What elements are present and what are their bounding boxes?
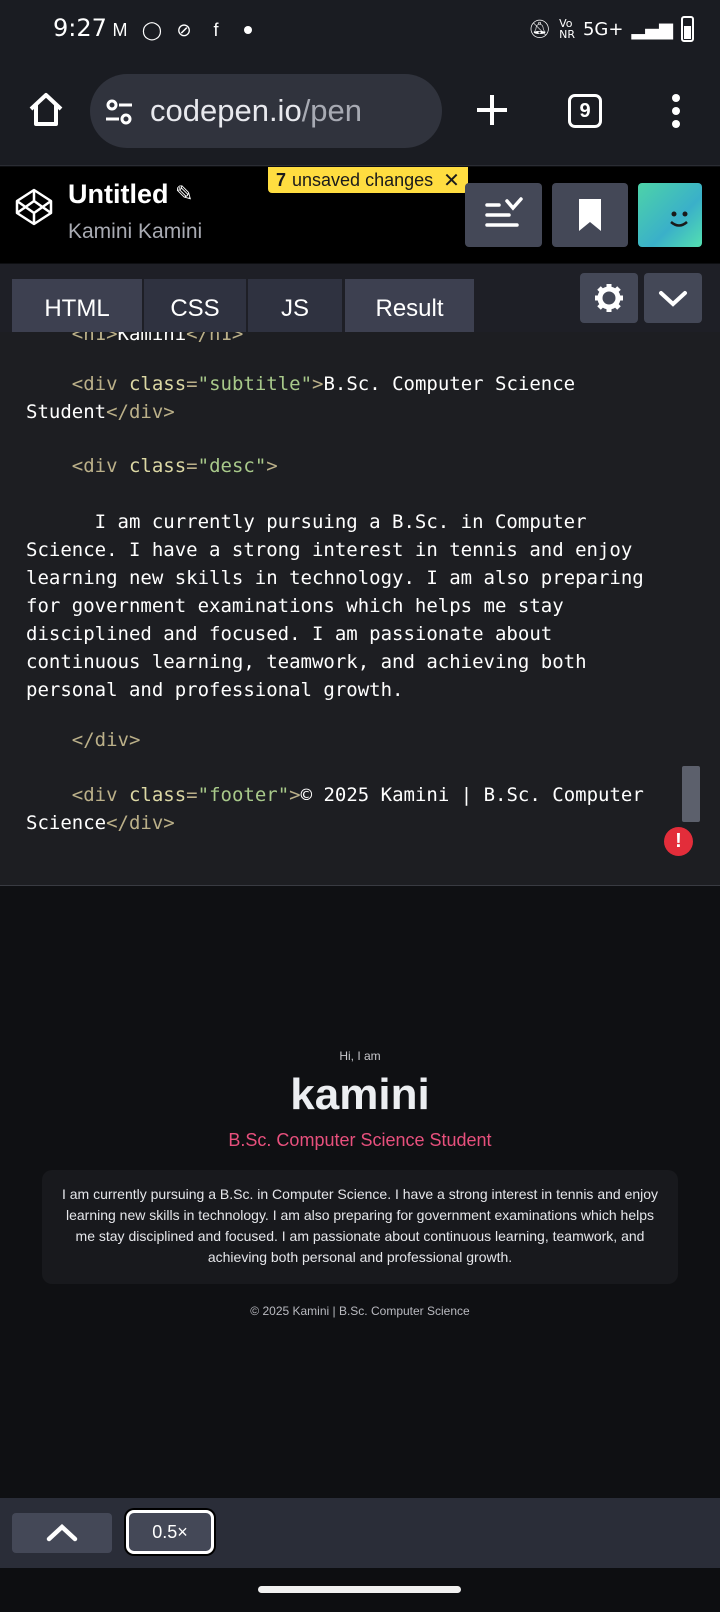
shazam-icon: ⊘	[176, 20, 192, 40]
more-notifications-dot-icon	[244, 26, 252, 34]
preview-greeting: Hi, I am	[339, 1049, 381, 1063]
preview-footer: © 2025 Kamini | B.Sc. Computer Science	[250, 1304, 470, 1318]
mute-icon: 🔕︎	[528, 18, 552, 40]
url-path: /pen	[301, 93, 363, 128]
preview-name: kamini	[290, 1070, 430, 1119]
tune-icon[interactable]	[104, 97, 134, 127]
codepen-logo-icon[interactable]	[14, 187, 54, 227]
tabs-button[interactable]: 9	[568, 94, 602, 128]
vonr-icon: Vo NR	[559, 17, 575, 41]
zoom-button[interactable]: 0.5×	[126, 1510, 214, 1554]
gmail-icon: M	[112, 20, 128, 40]
network-type: 5G+	[582, 18, 624, 40]
code-line-partial: <h1>Kamini</h1>	[71, 332, 244, 345]
changes-icon	[485, 197, 523, 227]
unsaved-label: unsaved changes	[292, 169, 434, 190]
expand-console-button[interactable]	[12, 1513, 112, 1553]
facebook-icon: f	[213, 20, 219, 40]
code-subtitle: <div class="subtitle">B.Sc. Computer Sci…	[26, 373, 576, 423]
editor-tab-bar: HTML CSS JS Result	[0, 264, 720, 339]
result-preview: Hi, I am kamini B.Sc. Computer Science S…	[0, 886, 720, 1498]
preview-description: I am currently pursuing a B.Sc. in Compu…	[42, 1170, 678, 1284]
address-bar[interactable]: codepen.io/pen	[90, 74, 442, 148]
code-desc-text: I am currently pursuing a B.Sc. in Compu…	[26, 511, 644, 701]
code-desc-close: </div>	[71, 729, 141, 751]
pen-title[interactable]: Untitled	[68, 179, 169, 210]
home-gesture-pill[interactable]	[258, 1586, 461, 1593]
code-editor[interactable]: <h1>Kamini</h1> <div class="subtitle">B.…	[0, 332, 720, 886]
browser-toolbar: codepen.io/pen 9	[0, 60, 720, 166]
avatar-face-icon	[670, 211, 688, 227]
editor-scrollbar[interactable]	[682, 766, 700, 822]
bookmark-icon	[579, 199, 601, 231]
pen-author[interactable]: Kamini Kamini	[68, 220, 202, 244]
bottom-toolbar: 0.5×	[0, 1498, 720, 1568]
bookmark-button[interactable]	[552, 183, 628, 247]
notification-icons: M ◯ ⊘ f	[108, 18, 252, 42]
chevron-down-icon	[659, 291, 687, 307]
pencil-icon[interactable]: ✎	[175, 181, 193, 207]
status-time: 9:27	[53, 14, 107, 42]
settings-button[interactable]	[580, 273, 638, 323]
tab-css[interactable]: CSS	[144, 279, 246, 339]
signal-icon: ▂▄▆	[631, 18, 673, 40]
codepen-header: Untitled ✎ Kamini Kamini 7 unsaved chang…	[0, 167, 720, 263]
tab-js[interactable]: JS	[248, 279, 342, 339]
changes-button[interactable]	[465, 183, 542, 247]
whatsapp-icon: ◯	[141, 20, 163, 40]
gesture-bar	[0, 1568, 720, 1612]
unsaved-count: 7	[276, 169, 287, 190]
tab-html[interactable]: HTML	[12, 279, 142, 339]
code-footer: <div class="footer">© 2025 Kamini | B.Sc…	[26, 784, 644, 834]
collapse-editor-button[interactable]	[644, 273, 702, 323]
gear-icon	[595, 284, 623, 312]
close-icon[interactable]: ✕	[443, 168, 460, 193]
url-host: codepen.io	[150, 93, 302, 128]
url-text: codepen.io/pen	[150, 93, 362, 129]
system-icons: 🔕︎ Vo NR 5G+ ▂▄▆	[528, 16, 694, 42]
error-icon[interactable]: !	[664, 827, 693, 856]
battery-icon	[681, 16, 694, 42]
unsaved-changes-badge[interactable]: 7 unsaved changes ✕	[268, 167, 468, 193]
home-icon[interactable]	[26, 90, 66, 130]
avatar[interactable]	[638, 183, 702, 247]
plus-icon[interactable]	[472, 90, 512, 130]
more-vert-icon[interactable]	[668, 94, 684, 128]
preview-subtitle: B.Sc. Computer Science Student	[228, 1130, 492, 1150]
tab-result[interactable]: Result	[345, 279, 474, 339]
code-desc-open: <div class="desc">	[71, 455, 278, 477]
status-bar: 9:27 M ◯ ⊘ f 🔕︎ Vo NR 5G+ ▂▄▆	[0, 0, 720, 60]
chevron-up-icon	[46, 1523, 78, 1542]
